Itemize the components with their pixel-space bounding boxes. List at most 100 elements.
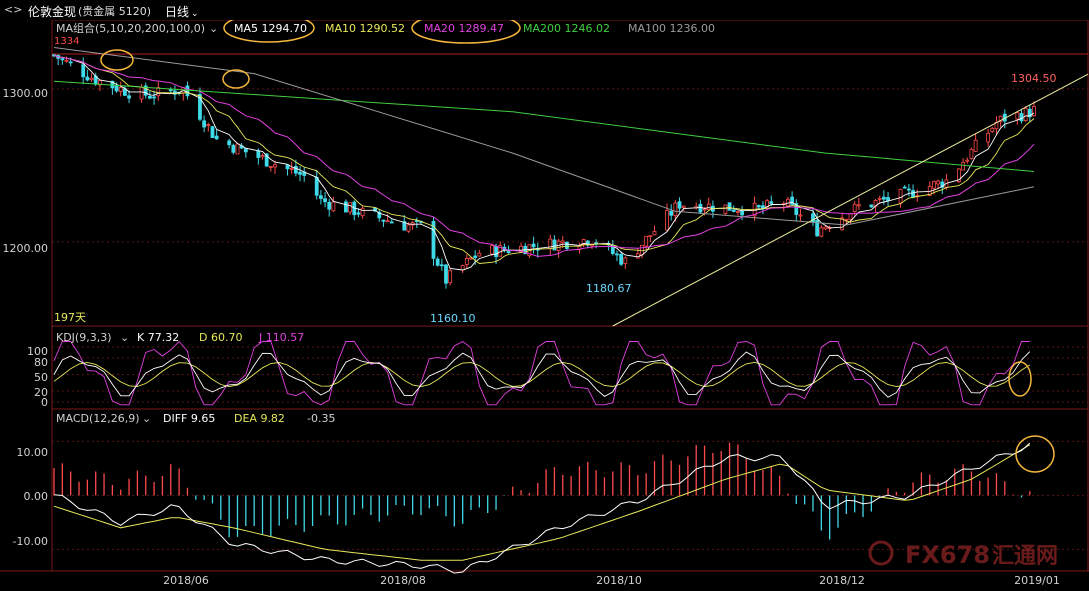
- candle-down: [356, 212, 361, 215]
- candle-up: [406, 224, 411, 232]
- time-label-2018-06: 2018/06: [163, 574, 209, 587]
- candle-up: [852, 203, 857, 212]
- low-price-label-2: 1180.67: [586, 282, 632, 295]
- macd-dea-value: DEA 9.82: [234, 412, 285, 425]
- macd-diff-line: [53, 442, 1031, 574]
- candle-down: [869, 204, 874, 208]
- candle-up: [268, 165, 273, 168]
- price-axis: 1300.00 1200.00: [3, 87, 49, 255]
- symbol-name: 伦敦金现: [28, 5, 77, 19]
- candle-up: [856, 204, 861, 207]
- candle-down: [148, 96, 152, 99]
- candle-up: [448, 269, 453, 284]
- time-label-2019-01: 2019/01: [1014, 574, 1060, 587]
- macd-label[interactable]: MACD(12,26,9): [56, 412, 140, 425]
- ma-legend: MA组合(5,10,20,200,100,0) ⌄ MA5 1294.70 MA…: [54, 21, 715, 47]
- candle-down: [619, 254, 624, 265]
- candle-up: [1032, 106, 1036, 117]
- price-annotations: 197天 1304.50 1160.10 1180.67: [54, 72, 1057, 325]
- candle-down: [531, 243, 536, 248]
- days-count-label: 197天: [54, 311, 86, 324]
- candle-up: [64, 59, 69, 62]
- macd-series: [53, 442, 1031, 574]
- candle-down: [256, 150, 261, 158]
- candle-down: [911, 190, 915, 198]
- candle-up: [798, 214, 803, 217]
- kdj-j-value: J 110.57: [258, 331, 304, 344]
- candle-down: [243, 148, 248, 153]
- kdj-tick-0: 0: [41, 396, 48, 409]
- candle-down: [886, 197, 890, 201]
- candle-up: [348, 202, 352, 213]
- candle-up: [936, 180, 940, 185]
- candle-up: [206, 124, 211, 126]
- candle-down: [227, 140, 232, 146]
- candle-down: [565, 241, 569, 249]
- candle-up: [969, 149, 974, 159]
- candle-up: [260, 155, 265, 158]
- candle-down: [381, 219, 386, 222]
- candle-down: [698, 203, 703, 213]
- low-price-label-1: 1160.10: [430, 312, 476, 325]
- candle-up: [640, 244, 644, 256]
- candle-up: [848, 213, 853, 220]
- candle-down: [389, 221, 394, 224]
- time-label-2018-10: 2018/10: [596, 574, 642, 587]
- candle-up: [273, 164, 277, 168]
- period-label: 日线: [165, 5, 190, 19]
- candle-down: [127, 95, 131, 99]
- back-arrow-icon[interactable]: <>: [4, 3, 22, 16]
- ma-group-caret[interactable]: ⌄: [209, 22, 218, 35]
- time-label-2018-12: 2018/12: [819, 574, 865, 587]
- ma5-line: [53, 54, 1035, 271]
- macd-bar-value: -0.35: [307, 412, 335, 425]
- candle-down: [323, 198, 327, 203]
- candle-down: [444, 264, 448, 284]
- candle-up: [644, 235, 649, 247]
- time-axis: 2018/06 2018/08 2018/10 2018/12 2019/01: [163, 574, 1060, 587]
- macd-highlight-ellipse: [1015, 435, 1055, 473]
- watermark: FX678 汇通网: [868, 540, 1058, 569]
- macd-caret[interactable]: ⌄: [142, 412, 151, 425]
- ma100-value: MA100 1236.00: [628, 22, 715, 35]
- candle-down: [906, 188, 911, 191]
- candle-down: [731, 209, 736, 212]
- candle-down: [285, 164, 290, 170]
- market-code: (贵金属 5120): [78, 5, 152, 18]
- candle-up: [736, 211, 740, 213]
- candle-up: [1015, 112, 1020, 120]
- candle-down: [81, 64, 86, 78]
- candle-down: [494, 245, 498, 258]
- candle-down: [210, 126, 215, 138]
- candle-down: [344, 201, 348, 213]
- candle-down: [615, 253, 619, 256]
- candle-down: [168, 89, 173, 92]
- candle-up: [331, 201, 336, 212]
- candle-down: [669, 210, 674, 216]
- candle-up: [723, 204, 728, 214]
- candle-up: [652, 231, 657, 236]
- candle-up: [706, 203, 711, 210]
- candle-down: [473, 255, 478, 259]
- price-tick-1200: 1200.00: [3, 242, 49, 255]
- candle-down: [231, 144, 236, 153]
- candle-up: [385, 220, 390, 223]
- candle-down: [1019, 113, 1024, 122]
- candle-down: [327, 201, 332, 210]
- candle-down: [740, 210, 744, 216]
- macd-diff-value: DIFF 9.65: [163, 412, 215, 425]
- candle-down: [293, 166, 298, 174]
- kdj-caret[interactable]: ⌄: [120, 331, 129, 344]
- ma-group-label[interactable]: MA组合(5,10,20,200,100,0): [56, 21, 205, 35]
- chart-canvas[interactable]: 1300.00 1200.00 100 80 50 20 0 10.00 0.0…: [0, 0, 1089, 591]
- candle-up: [965, 159, 970, 162]
- candle-up: [702, 208, 707, 211]
- period-selector[interactable]: 日线 ⌄: [165, 3, 199, 20]
- candle-down: [769, 201, 774, 204]
- kdj-label[interactable]: KDJ(9,3,3): [56, 331, 112, 344]
- kdj-d-value: D 60.70: [199, 331, 242, 344]
- candle-up: [681, 205, 686, 208]
- kdj-tick-50: 50: [34, 371, 48, 384]
- candle-up: [289, 168, 294, 170]
- ma10-line: [53, 54, 1035, 264]
